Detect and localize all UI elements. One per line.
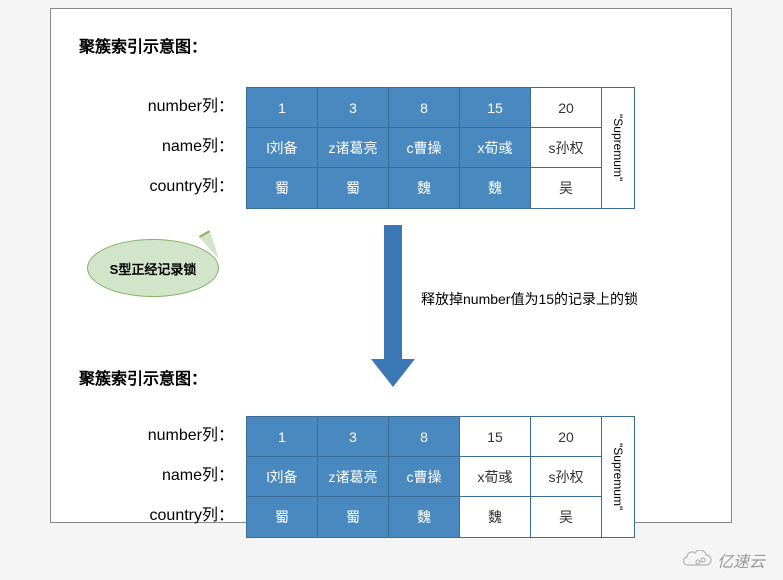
- label-country: country列：: [109, 167, 234, 207]
- cell-name: s孙权: [531, 128, 601, 168]
- cell-name: z诸葛亮: [318, 457, 388, 497]
- cell-country: 魏: [389, 497, 459, 537]
- cell-name: z诸葛亮: [318, 128, 388, 168]
- table-col: 3 z诸葛亮 蜀: [318, 416, 389, 538]
- arrow-note: 释放掉number值为15的记录上的锁: [421, 289, 638, 309]
- bottom-index-table: 1 l刘备 蜀 3 z诸葛亮 蜀 8 c曹操 魏 15 x荀彧 魏 20 s孙权…: [246, 416, 635, 538]
- label-country: country列：: [109, 496, 234, 536]
- label-name: name列：: [109, 127, 234, 167]
- cell-name: x荀彧: [460, 128, 530, 168]
- cell-country: 蜀: [247, 497, 317, 537]
- supremum-cell: "Supremum": [602, 87, 635, 209]
- cell-country: 蜀: [247, 168, 317, 208]
- cell-number: 20: [531, 88, 601, 128]
- cell-country: 魏: [389, 168, 459, 208]
- cell-number: 3: [318, 417, 388, 457]
- cell-number: 1: [247, 417, 317, 457]
- cell-name: c曹操: [389, 128, 459, 168]
- cell-name: l刘备: [247, 457, 317, 497]
- label-name: name列：: [109, 456, 234, 496]
- cell-country: 魏: [460, 497, 530, 537]
- table-col: 8 c曹操 魏: [389, 87, 460, 209]
- cell-number: 3: [318, 88, 388, 128]
- table-col: 1 l刘备 蜀: [246, 416, 318, 538]
- cell-number: 20: [531, 417, 601, 457]
- cell-name: x荀彧: [460, 457, 530, 497]
- cell-country: 吴: [531, 497, 601, 537]
- table-col: 15 x荀彧 魏: [460, 416, 531, 538]
- cell-number: 1: [247, 88, 317, 128]
- cloud-icon: [683, 550, 713, 570]
- cell-number: 8: [389, 417, 459, 457]
- table-col: 15 x荀彧 魏: [460, 87, 531, 209]
- table-col: 8 c曹操 魏: [389, 416, 460, 538]
- watermark-text: 亿速云: [717, 548, 765, 572]
- cell-name: s孙权: [531, 457, 601, 497]
- arrow-shaft-icon: [384, 225, 402, 359]
- bubble-text: S型正经记录锁: [110, 259, 197, 278]
- label-number: number列：: [109, 87, 234, 127]
- bottom-row-labels: number列： name列： country列：: [109, 416, 234, 536]
- top-index-table: 1 l刘备 蜀 3 z诸葛亮 蜀 8 c曹操 魏 15 x荀彧 魏 20 s孙权…: [246, 87, 635, 209]
- cell-country: 魏: [460, 168, 530, 208]
- supremum-cell: "Supremum": [602, 416, 635, 538]
- table-col: 3 z诸葛亮 蜀: [318, 87, 389, 209]
- table-col: 1 l刘备 蜀: [246, 87, 318, 209]
- top-row-labels: number列： name列： country列：: [109, 87, 234, 207]
- cell-number: 15: [460, 417, 530, 457]
- cell-country: 蜀: [318, 168, 388, 208]
- cell-number: 15: [460, 88, 530, 128]
- cell-country: 吴: [531, 168, 601, 208]
- table-col: 20 s孙权 吴: [531, 87, 602, 209]
- label-number: number列：: [109, 416, 234, 456]
- cell-name: c曹操: [389, 457, 459, 497]
- bottom-title: 聚簇索引示意图：: [79, 365, 207, 389]
- diagram-canvas: 聚簇索引示意图： number列： name列： country列： 1 l刘备…: [50, 8, 732, 523]
- top-title: 聚簇索引示意图：: [79, 33, 207, 57]
- watermark-logo: 亿速云: [683, 548, 765, 572]
- cell-name: l刘备: [247, 128, 317, 168]
- arrow-head-icon: [371, 359, 415, 387]
- cell-country: 蜀: [318, 497, 388, 537]
- cell-number: 8: [389, 88, 459, 128]
- lock-callout-bubble: S型正经记录锁: [87, 239, 219, 297]
- table-col: 20 s孙权 吴: [531, 416, 602, 538]
